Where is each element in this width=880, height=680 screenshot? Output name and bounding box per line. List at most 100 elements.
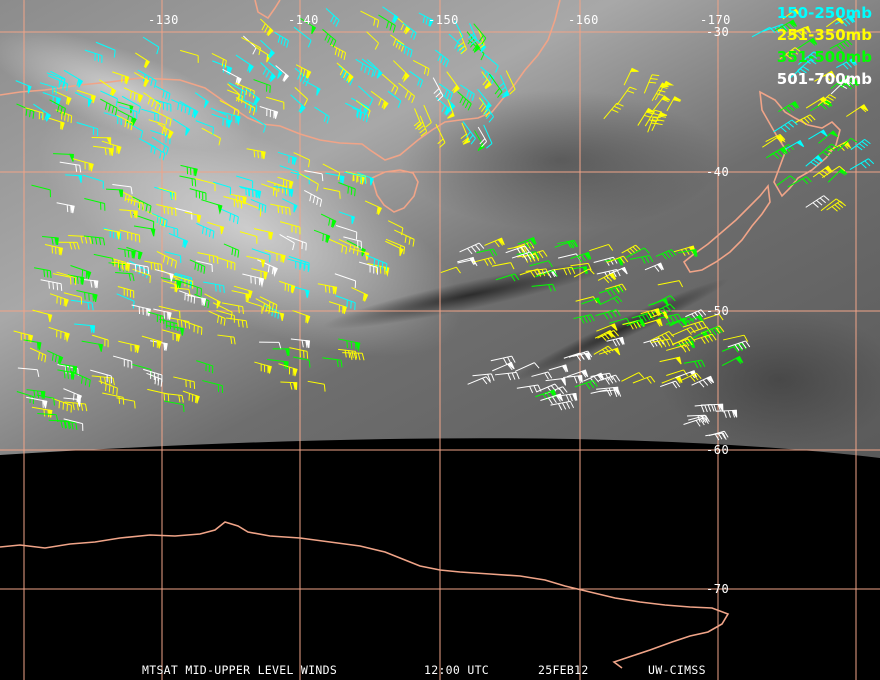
wind-barb — [189, 259, 206, 274]
wind-barb — [208, 310, 226, 326]
wind-barb — [390, 34, 405, 52]
wind-barb — [253, 79, 271, 93]
wind-barb — [112, 355, 133, 369]
wind-barb — [48, 326, 70, 343]
wind-barb — [226, 317, 248, 329]
wind-barb — [293, 26, 312, 48]
wind-barb — [246, 255, 266, 268]
wind-barb — [294, 87, 309, 106]
wind-barb — [44, 244, 64, 256]
wind-barb — [573, 314, 595, 324]
wind-barb — [115, 272, 135, 282]
wind-barb — [92, 145, 114, 157]
wind-barb — [378, 14, 396, 33]
wind-barb — [651, 95, 671, 112]
wind-barb — [598, 285, 624, 297]
wind-barb — [53, 153, 74, 162]
wind-barb — [683, 417, 709, 427]
wind-barb — [164, 251, 182, 263]
lon-label-140: -140 — [288, 13, 319, 27]
wind-barb — [494, 371, 520, 381]
wind-barb — [655, 249, 677, 260]
footer-date: 25FEB12 — [538, 663, 589, 677]
wind-barb — [274, 31, 289, 48]
wind-barb — [156, 204, 177, 217]
wind-barb — [304, 170, 324, 182]
wind-barb — [117, 286, 135, 299]
wind-barb — [550, 400, 575, 411]
wind-barb — [338, 211, 356, 225]
wind-barb — [773, 119, 798, 133]
wind-barb — [265, 309, 285, 321]
lat-label-50: -50 — [706, 304, 730, 318]
wind-barb — [574, 380, 598, 390]
wind-barb — [241, 36, 262, 56]
wind-barb — [691, 375, 715, 388]
wind-barb — [147, 143, 166, 161]
wind-map: -130 -140 -150 -160 -170 -30 -40 -50 -60… — [0, 0, 880, 680]
wind-barb — [231, 290, 251, 302]
wind-barb — [147, 311, 165, 324]
wind-barb — [382, 6, 399, 24]
wind-barb — [621, 244, 642, 256]
wind-barb — [216, 256, 236, 271]
wind-barb — [40, 279, 63, 292]
wind-barb — [196, 223, 215, 239]
wind-barb — [548, 364, 569, 373]
wind-barb — [325, 8, 340, 27]
wind-barb — [563, 375, 583, 384]
wind-barb — [108, 262, 128, 272]
wind-barb — [259, 341, 282, 350]
wind-barb — [31, 406, 53, 418]
wind-barb — [159, 223, 179, 237]
wind-barb — [423, 104, 432, 128]
wind-barb — [322, 357, 343, 368]
wind-barb — [141, 335, 162, 349]
wind-barb — [721, 355, 744, 367]
wind-barb — [174, 207, 193, 220]
wind-barb — [42, 92, 62, 106]
wind-barb — [119, 209, 138, 219]
lat-label-60: -60 — [706, 443, 730, 457]
wind-barb — [162, 280, 180, 293]
footer-source: UW-CIMSS — [648, 663, 706, 677]
wind-barb — [82, 174, 104, 189]
wind-barb — [64, 401, 88, 412]
wind-barb — [118, 340, 140, 353]
legend-351-500mb: 351-500mb — [776, 48, 872, 66]
wind-barb — [794, 114, 816, 126]
wind-barb — [629, 254, 654, 264]
wind-barb — [47, 350, 64, 365]
wind-barb — [666, 369, 689, 377]
wind-barb — [805, 195, 830, 208]
wind-barb — [100, 98, 118, 116]
wind-barb — [63, 69, 84, 88]
wind-barb — [228, 82, 246, 99]
wind-barb — [93, 253, 114, 266]
wind-barb — [480, 66, 495, 85]
wind-barb — [440, 266, 461, 274]
wind-barb — [143, 92, 162, 112]
wind-barb — [165, 324, 185, 336]
wind-barb — [245, 88, 261, 105]
wind-barb — [317, 283, 338, 295]
wind-barb — [180, 49, 199, 63]
wind-barb — [778, 101, 800, 113]
wind-barb — [236, 175, 254, 189]
legend-150-250mb: 150-250mb — [776, 4, 872, 22]
wind-barb — [492, 361, 515, 372]
wind-barb — [74, 323, 96, 334]
wind-barb — [239, 231, 258, 244]
wind-barb — [137, 69, 157, 88]
wind-barb — [322, 28, 337, 48]
wind-barb — [16, 103, 35, 119]
wind-barb — [249, 114, 267, 133]
wind-barb — [495, 273, 520, 282]
wind-barb — [180, 164, 198, 177]
wind-barb — [346, 239, 366, 257]
wind-barb — [326, 237, 348, 255]
wind-barb — [32, 309, 53, 323]
wind-barb — [201, 199, 223, 215]
wind-barb — [398, 82, 416, 104]
wind-barb — [179, 100, 199, 119]
